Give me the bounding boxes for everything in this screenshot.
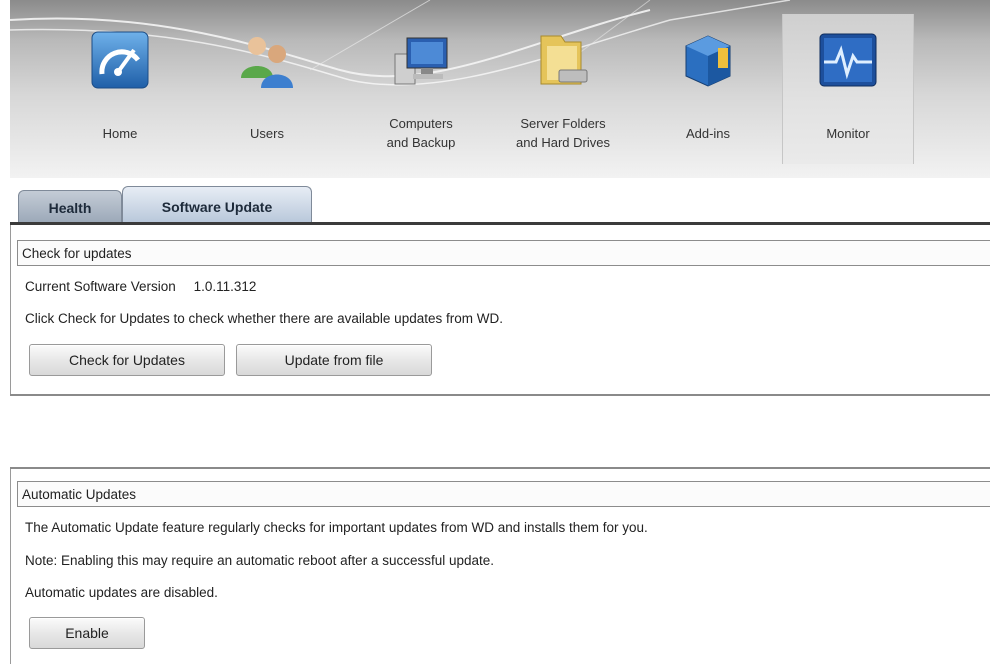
cube-icon (685, 35, 731, 87)
check-updates-header: Check for updates (17, 240, 990, 266)
tab-health[interactable]: Health (18, 190, 122, 223)
folder-icon (540, 35, 588, 85)
automatic-updates-status: Automatic updates are disabled. (25, 585, 218, 600)
users-icon (241, 37, 293, 88)
nav-item-add-ins[interactable]: Add-ins (643, 14, 773, 164)
version-value: 1.0.11.312 (193, 279, 257, 294)
automatic-updates-note: Note: Enabling this may require an autom… (25, 553, 495, 568)
automatic-updates-description: The Automatic Update feature regularly c… (25, 520, 648, 535)
heartbeat-monitor-icon (819, 33, 877, 87)
divider (10, 394, 990, 396)
speedometer-icon (91, 31, 149, 89)
computer-icon (394, 37, 448, 85)
nav-label-monitor: Monitor (826, 126, 870, 141)
automatic-updates-panel: Automatic Updates The Automatic Update f… (10, 469, 990, 664)
nav-item-computers-and-backup[interactable]: Computers and Backup (356, 14, 486, 164)
check-updates-description: Click Check for Updates to check whether… (25, 311, 503, 326)
nav-label-server-folders: Server Folders and Hard Drives (516, 116, 610, 150)
version-label: Current Software Version (25, 279, 176, 294)
check-for-updates-button[interactable]: Check for Updates (29, 344, 225, 376)
nav-label-add-ins: Add-ins (685, 126, 731, 141)
top-navigation-bar: Home Users Computers and Backup Server F… (10, 0, 990, 178)
nav-item-home[interactable]: Home (55, 14, 185, 164)
nav-label-home: Home (102, 126, 138, 141)
enable-button[interactable]: Enable (29, 617, 145, 649)
nav-item-users[interactable]: Users (202, 14, 332, 164)
tab-software-update[interactable]: Software Update (122, 186, 312, 223)
current-version-row: Current Software Version 1.0.11.312 (25, 279, 256, 294)
automatic-updates-header: Automatic Updates (17, 481, 990, 507)
update-from-file-button[interactable]: Update from file (236, 344, 432, 376)
nav-label-computers-and-backup: Computers and Backup (386, 116, 456, 150)
check-updates-panel: Check for updates Current Software Versi… (10, 225, 990, 395)
nav-item-server-folders[interactable]: Server Folders and Hard Drives (498, 14, 628, 164)
nav-item-monitor[interactable]: Monitor (782, 14, 914, 164)
nav-label-users: Users (250, 126, 284, 141)
